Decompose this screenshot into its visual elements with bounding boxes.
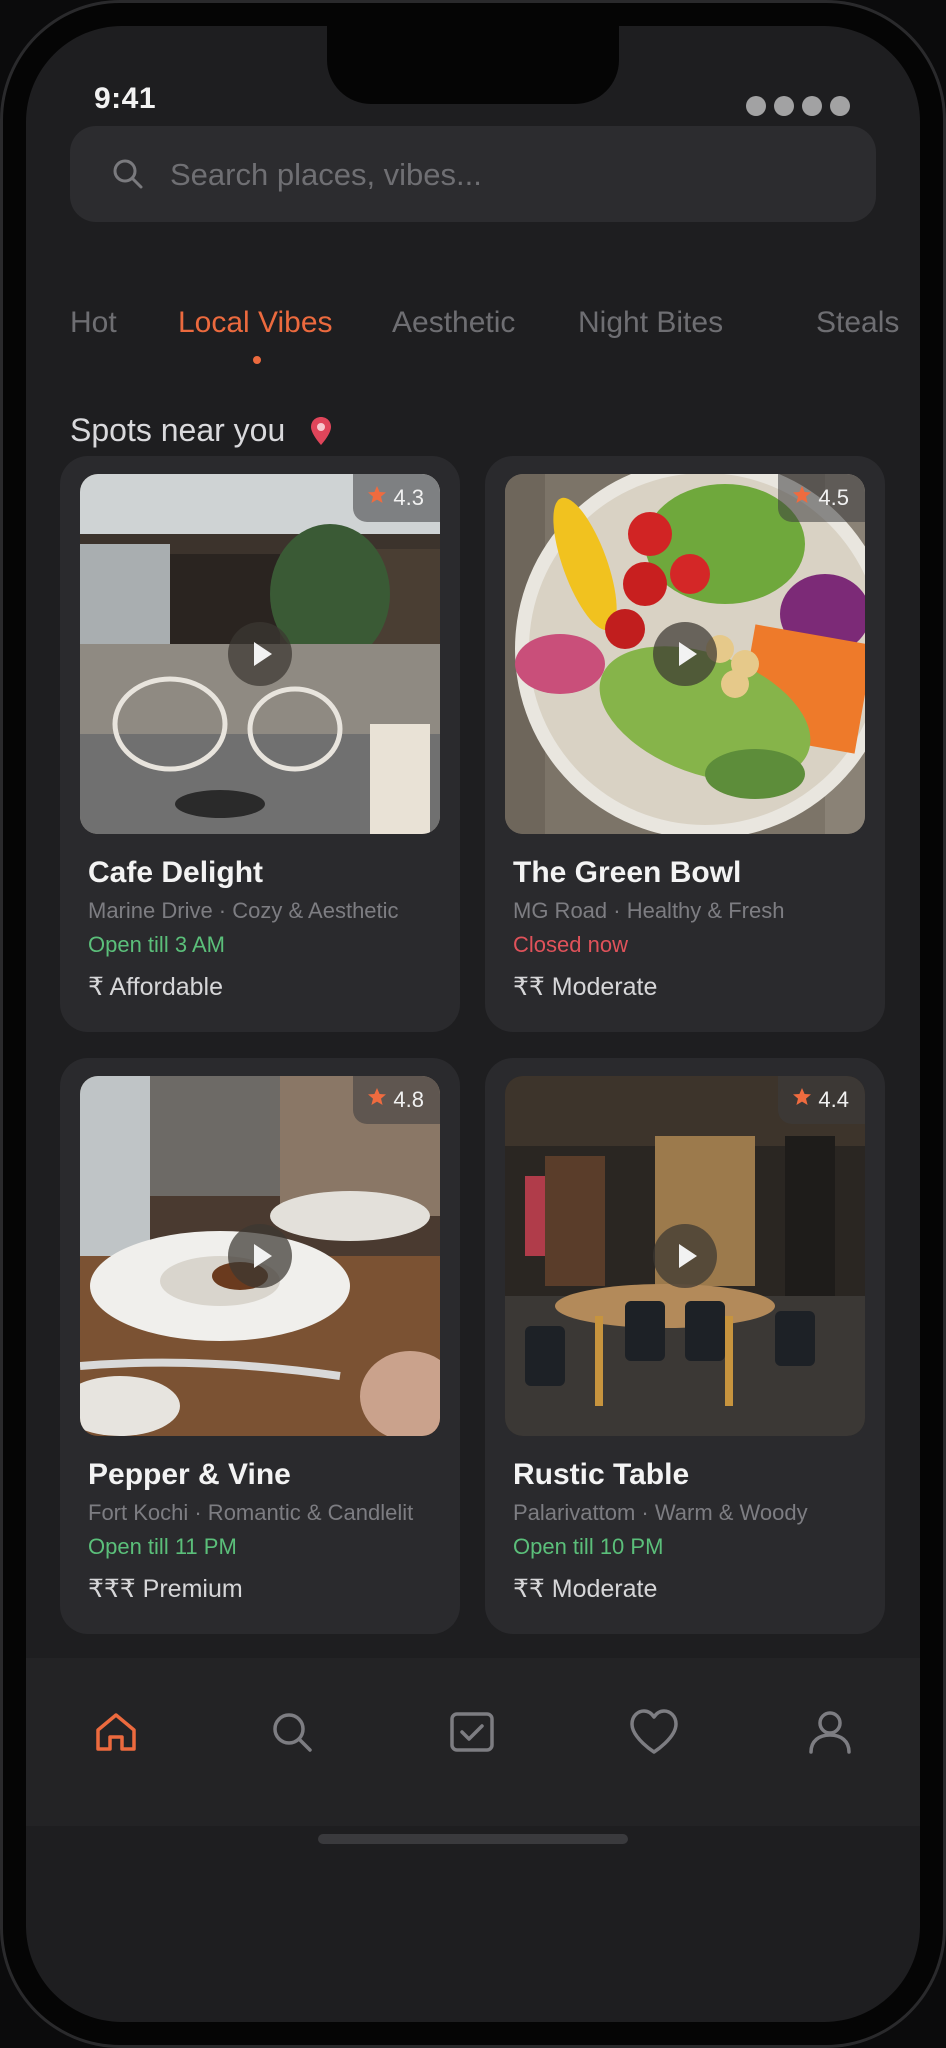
status-time: 9:41 bbox=[94, 82, 157, 115]
category-tabs: Hot Local Vibes Aesthetic Night Bites St… bbox=[70, 296, 920, 356]
location-pin-icon bbox=[310, 416, 332, 451]
signal-icon bbox=[746, 96, 850, 116]
nav-tasks[interactable] bbox=[442, 1704, 502, 1764]
price-level: ₹₹ Moderate bbox=[513, 1575, 658, 1603]
open-status: Open till 11 PM bbox=[88, 1534, 237, 1559]
place-image: 4.8 bbox=[80, 1076, 440, 1436]
nav-search[interactable] bbox=[262, 1704, 322, 1764]
search-icon bbox=[110, 156, 146, 197]
nav-profile[interactable] bbox=[800, 1704, 860, 1764]
profile-icon bbox=[806, 1708, 854, 1761]
rating-value: 4.8 bbox=[393, 1087, 424, 1112]
tab-aesthetic[interactable]: Aesthetic bbox=[392, 306, 515, 340]
rating-badge: 4.5 bbox=[778, 474, 865, 522]
place-subtitle: Marine Drive · Cozy & Aesthetic bbox=[88, 898, 399, 923]
play-video-button[interactable] bbox=[653, 622, 717, 686]
section-title: Spots near you bbox=[70, 412, 286, 448]
home-indicator bbox=[318, 1834, 628, 1844]
rating-badge: 4.4 bbox=[778, 1076, 865, 1124]
search-input[interactable] bbox=[168, 146, 852, 204]
play-video-button[interactable] bbox=[653, 1224, 717, 1288]
rating-badge: 4.8 bbox=[353, 1076, 440, 1124]
open-status: Open till 3 AM bbox=[88, 932, 225, 957]
home-icon bbox=[92, 1708, 140, 1761]
device-notch bbox=[327, 26, 619, 104]
rating-value: 4.3 bbox=[393, 485, 424, 510]
place-subtitle: Palarivattom · Warm & Woody bbox=[513, 1500, 808, 1525]
nav-home[interactable] bbox=[86, 1704, 146, 1764]
star-icon bbox=[367, 485, 387, 511]
place-subtitle: Fort Kochi · Romantic & Candlelit bbox=[88, 1500, 414, 1525]
open-status: Open till 10 PM bbox=[513, 1534, 664, 1559]
price-level: ₹₹ Moderate bbox=[513, 973, 658, 1001]
star-icon bbox=[367, 1087, 387, 1113]
play-video-button[interactable] bbox=[228, 1224, 292, 1288]
place-subtitle: MG Road · Healthy & Fresh bbox=[513, 898, 785, 923]
price-level: ₹ Affordable bbox=[88, 973, 223, 1001]
rating-value: 4.4 bbox=[818, 1087, 849, 1112]
nav-favorites[interactable] bbox=[624, 1704, 684, 1764]
closed-status: Closed now bbox=[513, 932, 628, 957]
place-name: The Green Bowl bbox=[513, 856, 742, 889]
app-screen: 9:41 Hot Local Vibes Aesthetic Night Bit… bbox=[26, 26, 920, 2022]
place-image: 4.5 bbox=[505, 474, 865, 834]
place-card[interactable]: 4.3 Cafe Delight Marine Drive · Cozy & A… bbox=[60, 456, 460, 1032]
place-name: Pepper & Vine bbox=[88, 1458, 291, 1491]
star-icon bbox=[792, 1087, 812, 1113]
place-image: 4.3 bbox=[80, 474, 440, 834]
phone-frame: 9:41 Hot Local Vibes Aesthetic Night Bit… bbox=[0, 0, 946, 2048]
tab-hot[interactable]: Hot bbox=[70, 306, 117, 340]
price-level: ₹₹₹ Premium bbox=[88, 1575, 243, 1603]
place-name: Rustic Table bbox=[513, 1458, 690, 1491]
tab-steals[interactable]: Steals bbox=[816, 306, 899, 340]
place-image: 4.4 bbox=[505, 1076, 865, 1436]
tab-local-vibes[interactable]: Local Vibes bbox=[178, 306, 333, 340]
place-card[interactable]: 4.8 Pepper & Vine Fort Kochi · Romantic … bbox=[60, 1058, 460, 1634]
place-card[interactable]: 4.4 Rustic Table Palarivattom · Warm & W… bbox=[485, 1058, 885, 1634]
search-icon bbox=[268, 1708, 316, 1761]
play-video-button[interactable] bbox=[228, 622, 292, 686]
search-bar[interactable] bbox=[70, 126, 876, 222]
bottom-navigation bbox=[26, 1658, 920, 1826]
place-name: Cafe Delight bbox=[88, 856, 264, 889]
rating-badge: 4.3 bbox=[353, 474, 440, 522]
active-tab-indicator bbox=[253, 356, 261, 364]
place-card[interactable]: 4.5 The Green Bowl MG Road · Healthy & F… bbox=[485, 456, 885, 1032]
checkbox-icon bbox=[448, 1708, 496, 1761]
rating-value: 4.5 bbox=[818, 485, 849, 510]
heart-icon bbox=[628, 1708, 680, 1761]
tab-night-bites[interactable]: Night Bites bbox=[578, 306, 723, 340]
star-icon bbox=[792, 485, 812, 511]
